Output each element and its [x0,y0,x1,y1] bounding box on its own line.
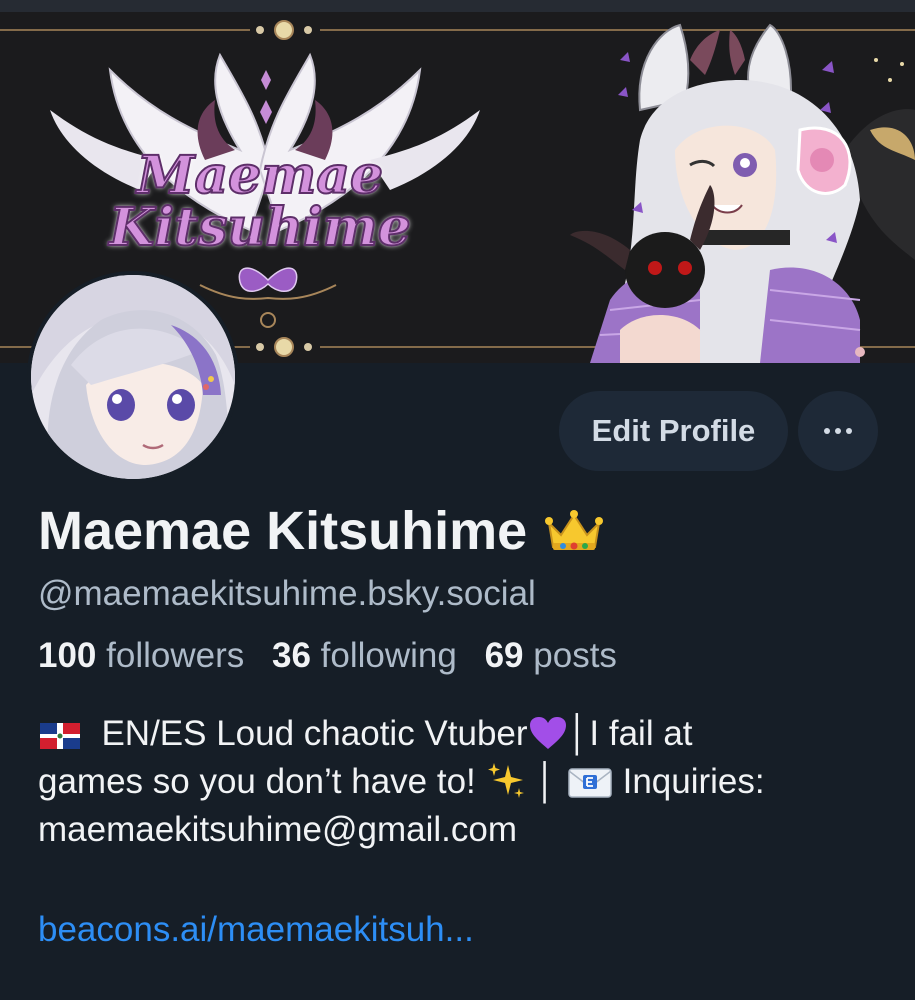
bio-line-2-sep: │ [535,762,558,801]
e-mail-icon [568,768,612,798]
bio-email: maemaekitsuhime@gmail.com [38,810,518,849]
bio-line-2-tail: Inquiries: [622,762,765,801]
posts-stat: 69 posts [485,636,617,675]
following-count: 36 [271,636,311,675]
ellipsis-dot [835,428,841,434]
ellipsis-icon [824,428,830,434]
display-name-text: Maemae Kitsuhime [38,501,528,561]
profile-website-link[interactable]: beacons.ai/maemaekitsuh... [38,910,474,950]
profile-bio: EN/ES Loud chaotic Vtuber │I fail at gam… [38,710,888,854]
bio-line-2-text: games so you don’t have to! [38,762,476,801]
display-name: Maemae Kitsuhime [38,500,604,562]
dominican-flag-icon [40,723,80,749]
posts-label: posts [533,636,617,675]
bio-line-1: EN/ES Loud chaotic Vtuber │I fail at [38,710,888,758]
profile-stats: 100 followers 36 following 69 posts [38,636,617,676]
more-options-button[interactable] [798,391,878,471]
ellipsis-dot [846,428,852,434]
bio-line-1-text: EN/ES Loud chaotic Vtuber [101,714,528,753]
edit-profile-button[interactable]: Edit Profile [559,391,788,471]
profile-avatar[interactable] [27,271,239,483]
sparkles-icon [487,763,524,798]
following-stat[interactable]: 36 following [272,636,457,675]
followers-label: followers [106,636,245,675]
posts-count: 69 [484,636,524,675]
bio-line-2: games so you don’t have to! │ Inquiries: [38,758,888,806]
followers-stat[interactable]: 100 followers [38,636,244,675]
bio-line-1-tail: │I fail at [567,714,693,753]
avatar-image [31,275,235,479]
following-label: following [320,636,457,675]
followers-count: 100 [38,636,97,675]
crown-emoji-icon [545,510,604,550]
purple-heart-icon [529,717,566,749]
profile-handle: @maemaekitsuhime.bsky.social [38,574,536,613]
